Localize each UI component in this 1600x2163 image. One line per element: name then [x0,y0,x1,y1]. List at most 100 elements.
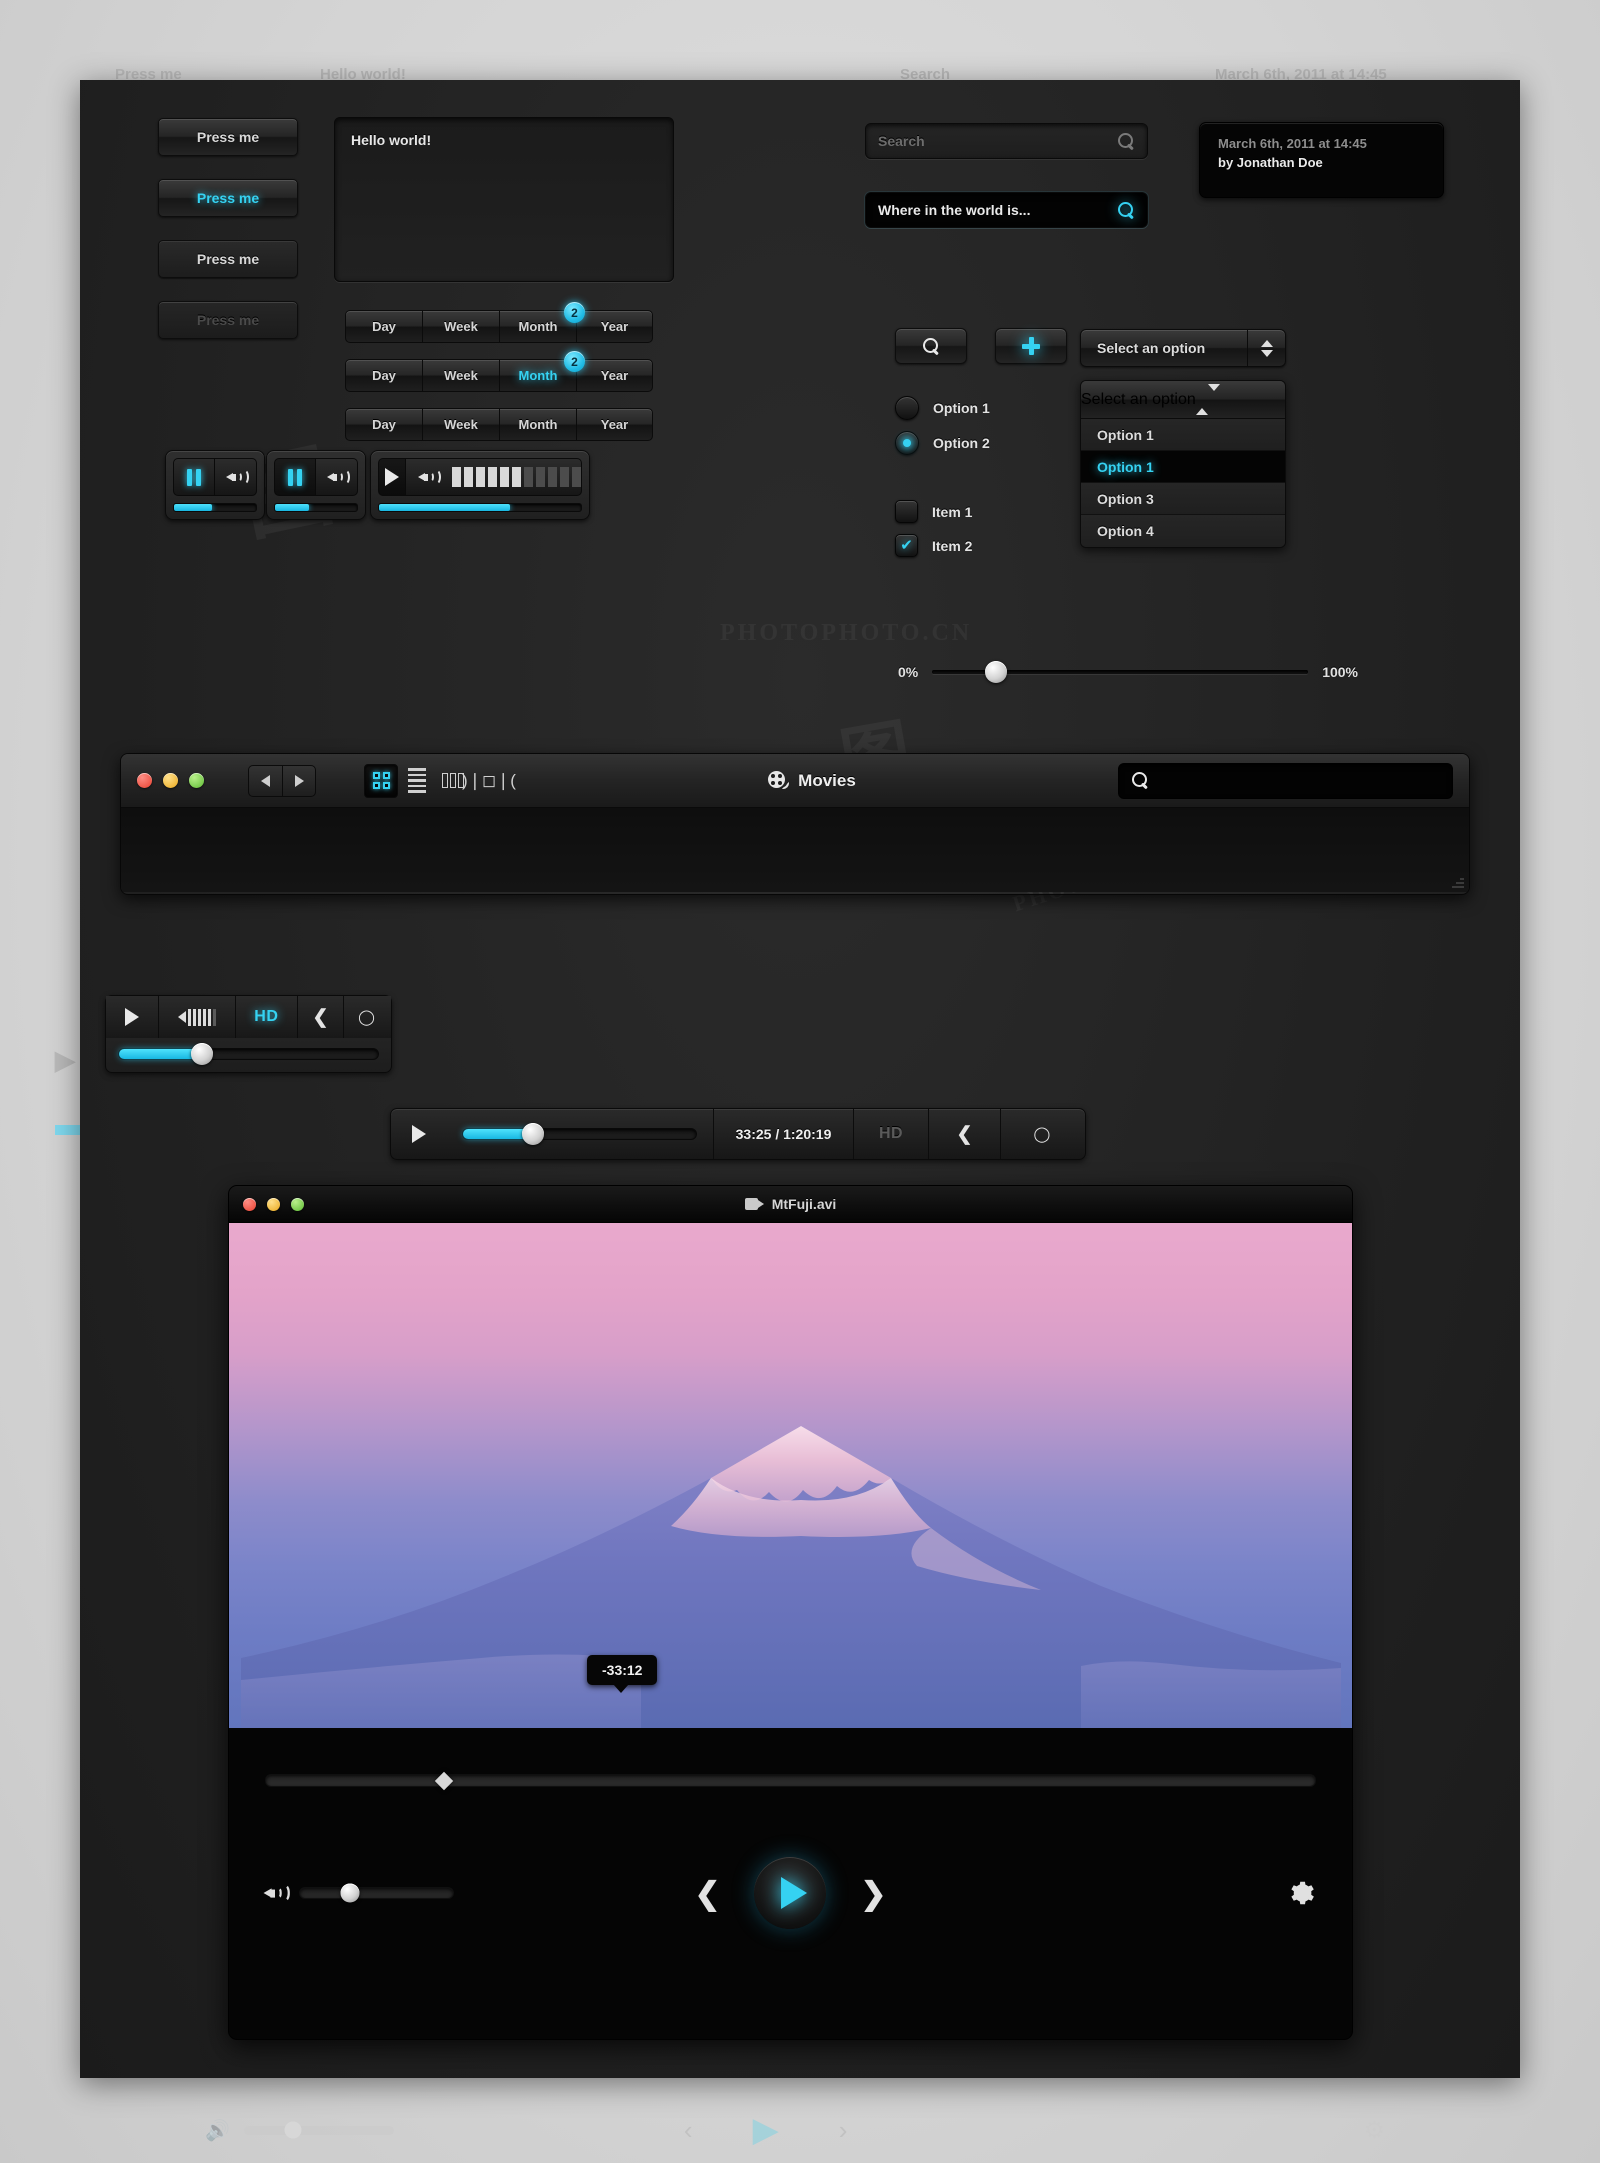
pause-button[interactable] [173,458,216,496]
volume-button[interactable] [158,996,237,1038]
select-option[interactable]: Option 4 [1081,515,1285,547]
video-progress-track[interactable] [462,1123,697,1145]
forward-button[interactable] [282,764,316,797]
segment-day[interactable]: Day [345,408,422,441]
chevron-up-icon [1195,390,1208,415]
radio-icon[interactable] [895,396,919,420]
segment-week[interactable]: Week [422,408,499,441]
equalizer-panel[interactable] [406,458,582,496]
video-progress-track[interactable] [118,1043,379,1065]
video-surface[interactable]: -33:12 [229,1223,1352,1728]
press-me-button-group: Press me Press me Press me Press me [158,118,298,362]
video-progress-thumb[interactable] [521,1123,544,1145]
volume-control [263,1883,454,1903]
play-button[interactable] [378,458,406,496]
checkbox-item-1[interactable]: Item 1 [895,500,972,523]
resize-handle[interactable] [1450,874,1464,888]
segment-year[interactable]: Year [576,359,653,392]
segment-month[interactable]: Month 2 [499,302,585,343]
segment-day[interactable]: Day [345,359,422,392]
timecode-label: 33:25 / 1:20:19 [735,1126,832,1142]
play-icon [124,1008,139,1026]
select-dropdown-open[interactable]: Select an option Option 1 Option 1 Optio… [1080,380,1286,548]
film-reel-icon [768,771,790,790]
radio-option-1[interactable]: Option 1 [895,396,990,420]
volume-button[interactable] [215,458,257,496]
progress-track[interactable] [378,503,582,512]
segment-week[interactable]: Week [422,359,499,392]
search-icon[interactable] [1118,201,1135,219]
progress-track[interactable] [274,503,358,512]
back-button[interactable] [248,764,282,797]
volume-icon [326,469,350,485]
column-view-icon [442,773,464,788]
hd-toggle-button[interactable]: HD [853,1109,928,1159]
select-option[interactable]: Option 3 [1081,483,1285,515]
segment-month[interactable]: Month [499,408,576,441]
press-me-button-flat[interactable]: Press me [158,240,298,278]
radio-icon-selected[interactable] [895,431,919,455]
play-button[interactable] [754,1857,827,1929]
video-progress-thumb[interactable] [190,1043,213,1065]
press-me-button-active[interactable]: Press me [158,179,298,217]
radio-option-2[interactable]: Option 2 [895,431,990,455]
search-icon-button[interactable] [895,328,967,364]
slider-track[interactable] [932,661,1309,683]
share-button[interactable]: ❮ [928,1109,1000,1159]
settings-button[interactable] [1286,1878,1316,1908]
mtfuji-title: MtFuji.avi [229,1196,1352,1212]
chevron-down-icon [1207,383,1220,408]
next-icon[interactable]: ❯ [861,1878,887,1909]
segment-week[interactable]: Week [422,310,499,343]
window-controls[interactable] [137,773,204,788]
mtfuji-controls: ❮ ❯ [229,1728,1352,2039]
press-me-button-default[interactable]: Press me [158,118,298,156]
slider-thumb[interactable] [985,661,1008,683]
list-view-button[interactable] [400,764,434,798]
search-icon[interactable] [1118,132,1135,150]
add-button[interactable] [995,328,1067,364]
close-icon[interactable] [137,773,152,788]
select-option-selected[interactable]: Option 1 [1081,451,1285,483]
textarea-input[interactable]: Hello world! [334,117,674,282]
coverflow-view-button[interactable]: )❘◻❘( [462,764,516,798]
segment-day[interactable]: Day [345,310,422,343]
checkbox-icon[interactable] [895,500,918,523]
checkbox-item-2[interactable]: Item 2 [895,534,972,557]
fullscreen-button[interactable]: ◯ [1000,1109,1085,1159]
select-label: Select an option [1081,390,1196,408]
segment-month-active[interactable]: Month 2 [499,351,585,392]
checkbox-icon-checked[interactable] [895,534,918,557]
percent-slider[interactable]: 0% 100% [898,661,1358,683]
segment-year[interactable]: Year [576,408,653,441]
list-view-icon [408,768,426,793]
volume-button[interactable] [316,458,358,496]
select-option[interactable]: Option 1 [1081,419,1285,451]
hd-toggle-button[interactable]: HD [236,996,298,1038]
play-icon [385,468,399,486]
play-button[interactable] [391,1109,446,1159]
volume-track[interactable] [299,1883,454,1903]
share-button[interactable]: ❮ [297,996,345,1038]
search-input-focused[interactable]: Where in the world is... [865,192,1148,228]
search-input[interactable]: Search [865,123,1148,159]
progress-track[interactable] [173,503,257,512]
zoom-icon[interactable] [189,773,204,788]
play-button[interactable] [106,996,159,1038]
segment-year[interactable]: Year [576,310,653,343]
pause-button[interactable] [274,458,317,496]
minimize-icon[interactable] [163,773,178,788]
icon-grid-view-button[interactable] [364,763,398,798]
volume-thumb[interactable] [340,1883,360,1903]
segment-month-label: Month [518,319,558,334]
fullscreen-button[interactable]: ◯ [344,996,391,1038]
scrub-thumb[interactable] [435,1771,454,1790]
scrub-track[interactable] [265,1771,1316,1790]
select-dropdown-closed[interactable]: Select an option [1080,329,1286,367]
volume-icon[interactable] [263,1883,290,1903]
movies-search-input[interactable] [1118,762,1453,799]
stepper-arrows-icon[interactable] [1247,330,1285,366]
previous-icon[interactable]: ❮ [695,1878,721,1909]
select-open-header[interactable]: Select an option [1081,381,1285,419]
stepper-arrows-icon[interactable] [1195,383,1220,415]
